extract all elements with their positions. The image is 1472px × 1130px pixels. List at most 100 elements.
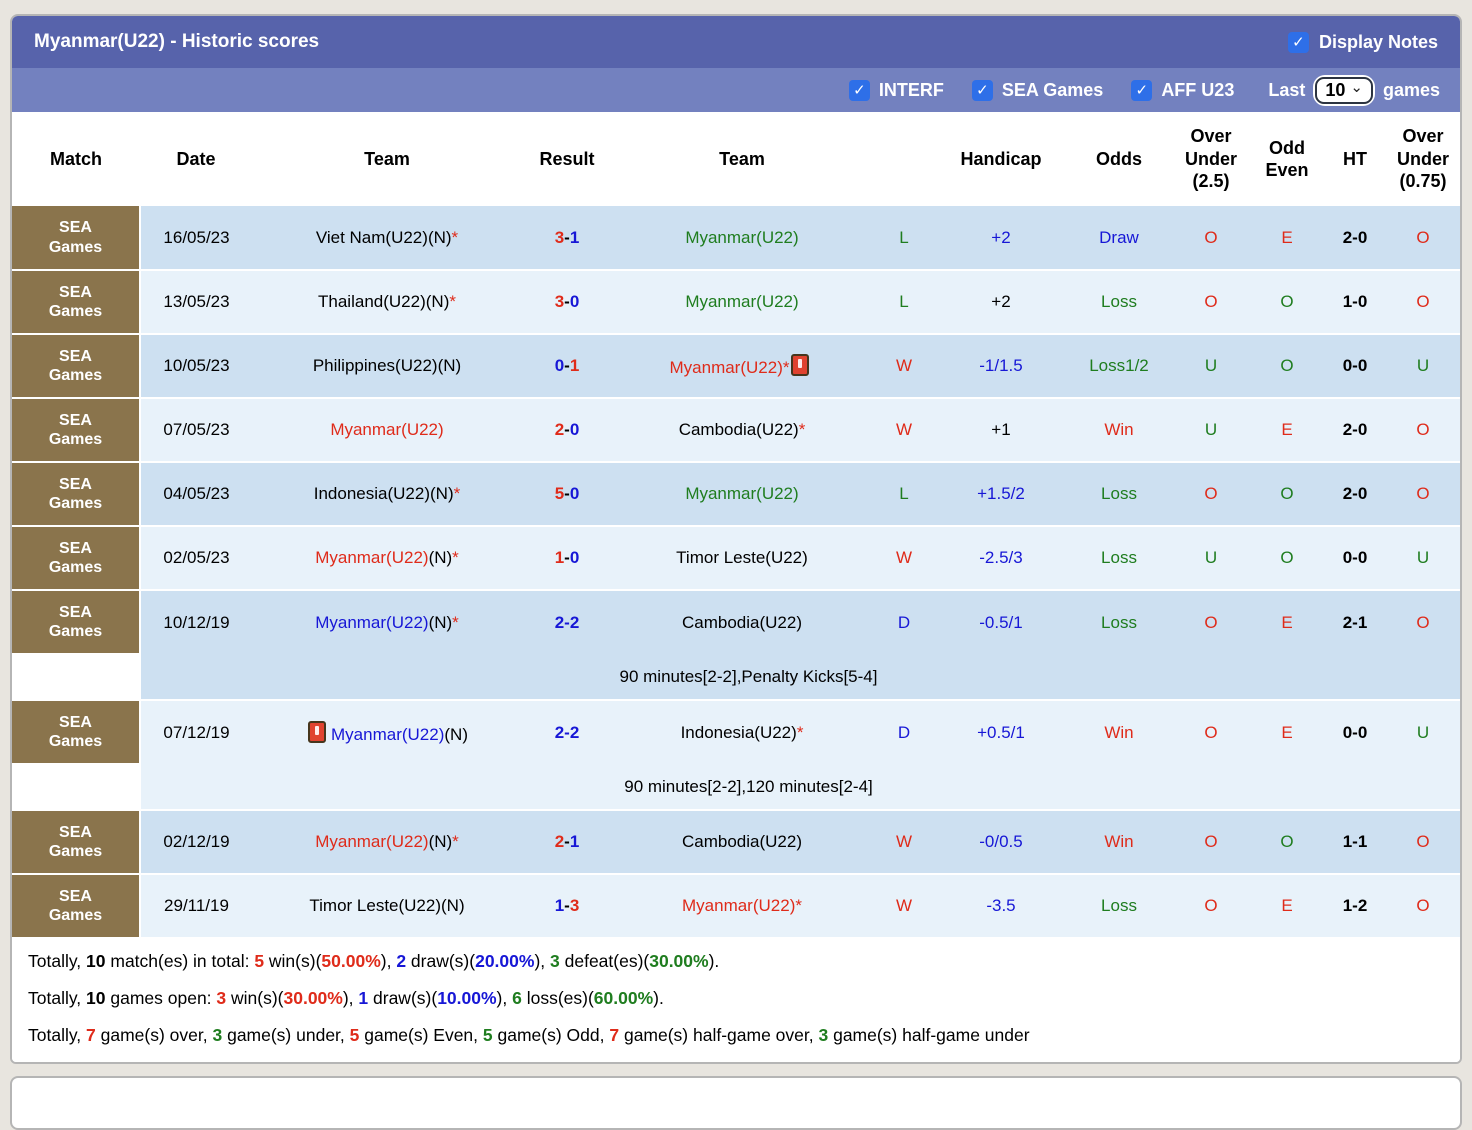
- date-cell: 07/12/19: [140, 700, 252, 764]
- last-label: Last: [1268, 79, 1306, 100]
- star-marker: *: [795, 896, 802, 915]
- table-row: SEA Games 02/05/23 Myanmar(U22)(N)* 1-0 Timo…: [12, 526, 1460, 591]
- summary-segment: ),: [534, 951, 551, 971]
- match-label: SEA Games: [48, 713, 103, 750]
- display-notes-checkbox[interactable]: ✓: [1287, 31, 1309, 53]
- date-cell: 10/05/23: [140, 334, 252, 399]
- aff-u23-checkbox[interactable]: ✓: [1131, 79, 1153, 101]
- result-cell: 5-0: [522, 462, 612, 527]
- away-team-cell: Cambodia(U22): [612, 590, 872, 654]
- header-result: Result: [539, 148, 595, 169]
- summary-segment: game(s) half-game under: [828, 1025, 1030, 1045]
- match-label: SEA Games: [48, 283, 103, 320]
- history-table-body: SEA Games 16/05/23 Viet Nam(U22)(N)* 3-1 Mya…: [12, 206, 1460, 939]
- header-oddeven: Odd Even: [1265, 137, 1309, 181]
- star-marker: *: [451, 227, 459, 247]
- match-label: SEA Games: [48, 347, 103, 384]
- team-name: Cambodia(U22): [682, 612, 802, 632]
- aff-u23-label: AFF U23: [1161, 79, 1235, 100]
- over-under-0-75-cell: U: [1386, 700, 1460, 764]
- result-cell: 3-0: [522, 270, 612, 335]
- summary-segment: Totally,: [28, 951, 87, 971]
- home-team-cell: Timor Leste(U22)(N): [252, 874, 522, 939]
- summary-segment: 5: [254, 951, 265, 971]
- team-name: Timor Leste(U22): [309, 896, 442, 915]
- summary-segment: Totally,: [28, 1025, 87, 1045]
- summary-segment: 60.00%: [593, 988, 654, 1008]
- away-score: 0: [569, 548, 580, 567]
- star-marker: *: [452, 612, 459, 632]
- home-team-cell: Viet Nam(U22)(N)*: [252, 206, 522, 271]
- home-team-cell: Philippines(U22)(N): [252, 334, 522, 399]
- team-name: Timor Leste(U22): [676, 548, 808, 567]
- home-team-cell: Myanmar(U22)(N): [252, 700, 522, 764]
- over-under-0-75-cell: O: [1386, 874, 1460, 939]
- sea-games-checkbox[interactable]: ✓: [971, 79, 993, 101]
- ht-cell: 1-1: [1324, 810, 1386, 875]
- away-score: 1: [569, 227, 580, 247]
- team-name: Myanmar(U22): [685, 227, 799, 247]
- summary-segment: ).: [708, 951, 720, 971]
- last-games-value: 10: [1325, 79, 1346, 100]
- date-cell: 07/05/23: [140, 398, 252, 463]
- over-under-0-75-cell: O: [1386, 206, 1460, 271]
- filter-group-interf: ✓ INTERF: [848, 79, 944, 101]
- over-under-0-75-cell: U: [1386, 526, 1460, 591]
- team-name: Myanmar(U22): [669, 358, 783, 377]
- summary-segment: 10.00%: [437, 988, 497, 1008]
- page-title: Myanmar(U22) - Historic scores: [34, 31, 320, 52]
- last-games-select-inner: 10 ⌄: [1315, 76, 1373, 104]
- team-suffix: (N): [444, 724, 468, 744]
- ht-cell: 2-1: [1324, 590, 1386, 654]
- team-name: Myanmar(U22): [315, 548, 429, 567]
- summary-segment: Totally,: [28, 988, 87, 1008]
- team-name: Philippines(U22): [312, 356, 438, 375]
- summary-segment: games open:: [105, 988, 217, 1008]
- star-marker: *: [796, 722, 804, 742]
- next-panel-partial: [10, 1076, 1462, 1130]
- handicap-result-cell: L: [872, 206, 936, 271]
- ht-cell: 0-0: [1324, 700, 1386, 764]
- home-score: 3: [554, 227, 565, 247]
- away-score: 1: [569, 356, 580, 375]
- odd-even-cell: E: [1250, 700, 1324, 764]
- result-cell: 0-1: [522, 334, 612, 399]
- team-name: Indonesia(U22): [313, 484, 430, 503]
- red-card-icon: [308, 720, 327, 743]
- handicap-cell: +0.5/1: [936, 700, 1066, 764]
- odds-cell: Win: [1066, 810, 1172, 875]
- summary-line-1: Totally, 10 match(es) in total: 5 win(s)…: [12, 943, 1460, 980]
- interf-checkbox[interactable]: ✓: [848, 79, 870, 101]
- odd-even-cell: O: [1250, 810, 1324, 875]
- match-cell: SEA Games: [12, 874, 141, 939]
- historic-scores-table: Match Date Team Result Team Handicap Odds Over …: [12, 112, 1460, 939]
- summary-segment: game(s) half-game over,: [619, 1025, 819, 1045]
- away-team-cell: Cambodia(U22)*: [612, 398, 872, 463]
- handicap-result-cell: L: [872, 270, 936, 335]
- match-label: SEA Games: [48, 475, 103, 512]
- handicap-result-cell: D: [872, 700, 936, 764]
- odd-even-cell: E: [1250, 590, 1324, 654]
- away-score: 0: [569, 420, 580, 439]
- home-team-cell: Myanmar(U22): [252, 398, 522, 463]
- star-marker: *: [452, 548, 459, 567]
- summary-segment: 6: [512, 988, 522, 1008]
- away-team-cell: Myanmar(U22): [612, 206, 872, 271]
- last-games-select[interactable]: 10 ⌄: [1313, 74, 1375, 106]
- home-team-cell: Thailand(U22)(N)*: [252, 270, 522, 335]
- summary-segment: 10: [86, 951, 106, 971]
- handicap-result-cell: L: [872, 462, 936, 527]
- header-match: Match: [49, 148, 102, 169]
- home-score: 0: [554, 356, 565, 375]
- away-team-cell: Myanmar(U22)*: [612, 334, 872, 399]
- odds-cell: Loss: [1066, 526, 1172, 591]
- match-label: SEA Games: [48, 411, 103, 448]
- team-suffix: (N): [428, 612, 453, 632]
- star-marker: *: [782, 358, 790, 377]
- interf-label: INTERF: [878, 79, 944, 100]
- header-letter: [872, 112, 936, 206]
- note-text: 90 minutes[2-2],Penalty Kicks[5-4]: [140, 654, 1460, 701]
- match-cell: SEA Games: [12, 334, 141, 399]
- filter-checkbox-groups: ✓ INTERF ✓ SEA Games ✓ AFF U23: [821, 79, 1235, 101]
- handicap-result-cell: W: [872, 334, 936, 399]
